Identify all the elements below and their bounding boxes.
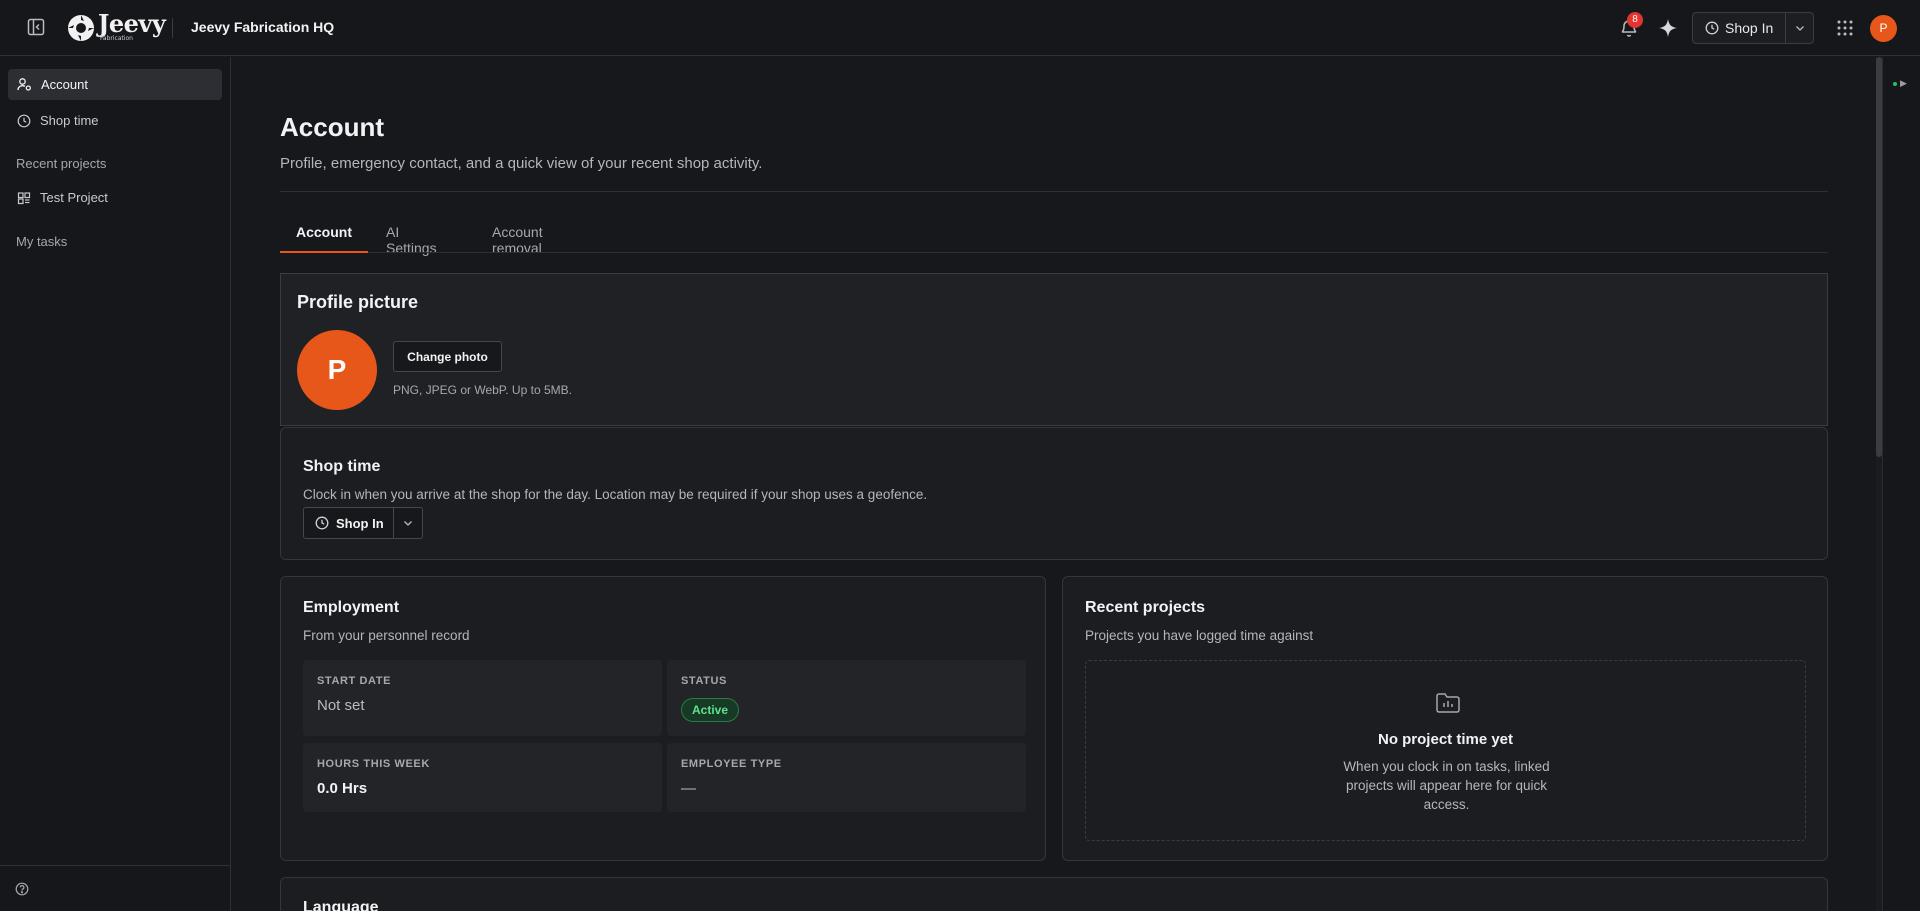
shop-in-dropdown-chevron-icon[interactable]: [394, 508, 422, 538]
hours-this-week-stat: HOURS THIS WEEK 0.0 Hrs: [303, 743, 662, 812]
start-date-stat: START DATE Not set: [303, 660, 662, 736]
topbar-divider: [172, 18, 173, 38]
clock-icon: [315, 516, 329, 530]
app-logo[interactable]: Jeevy Fabrication: [66, 9, 166, 45]
board-icon: [17, 191, 31, 204]
employee-type-value: —: [681, 780, 696, 797]
recent-projects-description: Projects you have logged time against: [1085, 628, 1314, 643]
hours-this-week-value: 0.0 Hrs: [317, 780, 368, 797]
shop-time-description: Clock in when you arrive at the shop for…: [303, 487, 928, 502]
employee-type-stat: EMPLOYEE TYPE —: [667, 743, 1026, 812]
shop-time-card: Shop time Clock in when you arrive at th…: [280, 427, 1828, 560]
tab-account[interactable]: Account: [296, 220, 352, 244]
clock-icon: [1705, 21, 1719, 35]
folder-chart-icon: [1435, 691, 1461, 715]
hours-this-week-label: HOURS THIS WEEK: [317, 758, 430, 770]
user-gear-icon: [17, 78, 31, 91]
language-title: Language: [303, 899, 379, 911]
shop-in-split-button: Shop In: [1692, 12, 1814, 44]
shop-in-button[interactable]: Shop In: [1693, 13, 1786, 43]
empty-state-text: When you clock in on tasks, linked proje…: [1343, 759, 1550, 812]
status-badge: Active: [681, 698, 740, 722]
logo-text: Jeevy: [98, 9, 166, 38]
shop-in-split-button: Shop In: [303, 507, 423, 539]
profile-avatar: P: [297, 330, 377, 410]
shop-in-label: Shop In: [1725, 20, 1774, 36]
page-title: Account: [280, 112, 384, 142]
status-dot-icon: [1893, 82, 1897, 86]
employee-type-label: EMPLOYEE TYPE: [681, 758, 782, 770]
employment-card: Employment From your personnel record ST…: [280, 576, 1046, 861]
user-avatar[interactable]: P: [1870, 15, 1897, 42]
empty-state-title: No project time yet: [1377, 731, 1514, 748]
logo-subtext: Fabrication: [100, 35, 133, 42]
employment-description: From your personnel record: [303, 628, 470, 643]
shop-in-label: Shop In: [336, 515, 384, 531]
sidebar-item-account[interactable]: Account: [8, 69, 222, 100]
clock-icon: [17, 114, 31, 127]
status-label: STATUS: [681, 675, 727, 687]
sidebar-item-label: Account: [41, 77, 88, 92]
tab-account-removal[interactable]: Account removal: [492, 220, 543, 260]
sidebar-toggle-icon[interactable]: [26, 17, 46, 37]
tab-ai-settings[interactable]: AI Settings: [386, 220, 437, 260]
right-rail: [1882, 57, 1920, 911]
help-icon[interactable]: [15, 882, 29, 896]
notification-count-badge: 8: [1627, 12, 1643, 28]
language-card: Language: [280, 877, 1828, 911]
page-subtitle: Profile, emergency contact, and a quick …: [280, 155, 763, 172]
photo-format-hint: PNG, JPEG or WebP. Up to 5MB.: [393, 383, 572, 397]
top-bar: Jeevy Fabrication Jeevy Fabrication HQ 8…: [0, 0, 1920, 56]
tab-bar-divider: [280, 252, 1828, 253]
ai-sparkle-icon[interactable]: [1657, 17, 1679, 39]
shop-time-title: Shop time: [303, 458, 381, 475]
sidebar-item-shop-time[interactable]: Shop time: [8, 105, 222, 136]
start-date-value: Not set: [317, 697, 365, 714]
sidebar-item-test-project[interactable]: Test Project: [8, 182, 222, 213]
active-tab-indicator: [280, 251, 368, 253]
shop-in-dropdown-chevron-icon[interactable]: [1786, 22, 1813, 34]
logo-sawblade-icon: [68, 15, 94, 41]
status-stat: STATUS Active: [667, 660, 1026, 736]
apps-grid-icon[interactable]: [1836, 19, 1854, 37]
recent-projects-heading: Recent projects: [16, 156, 107, 171]
recent-projects-empty-state: No project time yet When you clock in on…: [1085, 660, 1806, 841]
sidebar: Account Shop time Recent projects Test P…: [0, 57, 231, 911]
employment-title: Employment: [303, 599, 400, 616]
sidebar-item-label: Shop time: [40, 113, 99, 128]
profile-picture-title: Profile picture: [297, 292, 419, 312]
change-photo-button[interactable]: Change photo: [393, 341, 502, 372]
recent-projects-card: Recent projects Projects you have logged…: [1062, 576, 1828, 861]
start-date-label: START DATE: [317, 675, 392, 687]
my-tasks-heading[interactable]: My tasks: [16, 234, 67, 249]
recent-projects-title: Recent projects: [1085, 599, 1206, 616]
header-divider: [280, 191, 1828, 192]
profile-picture-card: Profile picture P Change photo PNG, JPEG…: [280, 273, 1828, 426]
rail-expand-arrow-icon[interactable]: ▶: [1900, 78, 1907, 89]
sidebar-footer-divider: [0, 865, 231, 866]
workspace-name[interactable]: Jeevy Fabrication HQ: [191, 19, 334, 35]
sidebar-item-label: Test Project: [40, 190, 108, 205]
shop-in-button[interactable]: Shop In: [304, 508, 394, 538]
